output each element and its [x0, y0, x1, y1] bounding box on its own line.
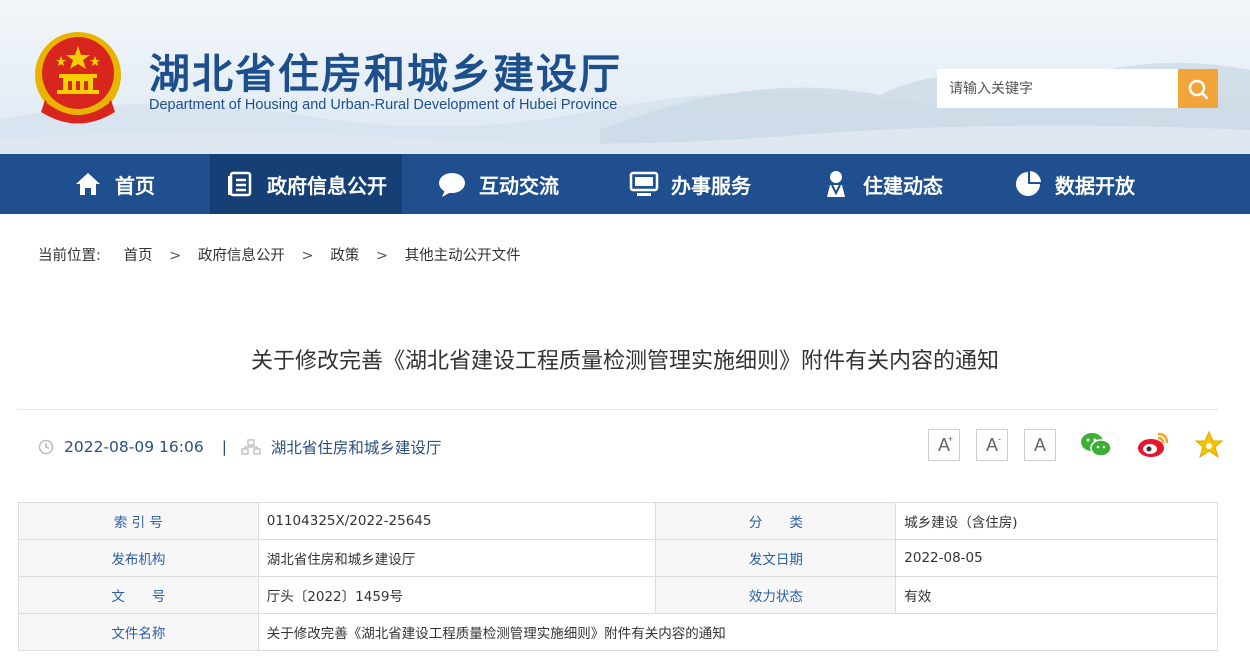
nav-item-open-data[interactable]: 数据开放	[978, 154, 1170, 214]
font-decrease-button[interactable]: A-	[976, 429, 1008, 461]
nav-item-label: 首页	[115, 173, 155, 198]
article-meta: 2022-08-09 16:06 | 湖北省住房和城乡建设厅	[38, 436, 441, 458]
document-list-icon	[225, 169, 255, 199]
table-row: 文 号 厅头〔2022〕1459号 效力状态 有效	[18, 576, 1218, 614]
article-tools: A + A- A	[928, 429, 1240, 461]
favorite-button[interactable]	[1194, 430, 1224, 460]
nav-item-label: 互动交流	[479, 173, 559, 198]
search-button[interactable]	[1178, 69, 1218, 108]
info-key: 发布机构	[18, 539, 259, 577]
wechat-share-button[interactable]	[1080, 431, 1112, 459]
publish-source: 湖北省住房和城乡建设厅	[270, 439, 442, 457]
info-key: 效力状态	[655, 576, 897, 614]
breadcrumb: 当前位置: 首页 > 政府信息公开 > 政策 > 其他主动公开文件	[38, 244, 521, 265]
font-letter: A	[985, 434, 998, 455]
info-value: 城乡建设（含住房)	[895, 502, 1218, 540]
nav-item-label: 住建动态	[863, 173, 943, 198]
breadcrumb-separator: >	[301, 248, 314, 264]
plus-mark: +	[947, 434, 953, 444]
table-row: 索 引 号 01104325X/2022-25645 分 类 城乡建设（含住房)	[18, 502, 1218, 540]
nav-item-label: 数据开放	[1055, 173, 1135, 198]
pie-chart-icon	[1013, 169, 1043, 199]
nav-item-label: 政府信息公开	[267, 173, 387, 198]
search-input[interactable]	[937, 69, 1178, 108]
info-value: 01104325X/2022-25645	[257, 502, 657, 540]
nav-item-gov-info[interactable]: 政府信息公开	[210, 154, 402, 214]
meta-separator: |	[221, 438, 227, 456]
breadcrumb-item-other-files[interactable]: 其他主动公开文件	[405, 248, 521, 264]
table-row: 发布机构 湖北省住房和城乡建设厅 发文日期 2022-08-05	[18, 539, 1218, 577]
info-key: 索 引 号	[18, 502, 259, 540]
site-title: 湖北省住房和城乡建设厅	[149, 50, 622, 98]
breadcrumb-item-home[interactable]: 首页	[124, 248, 153, 264]
info-value: 2022-08-05	[895, 539, 1218, 577]
breadcrumb-separator: >	[375, 248, 389, 264]
info-key: 文件名称	[18, 613, 259, 651]
star-icon	[1194, 430, 1224, 459]
search-bar	[937, 69, 1218, 108]
home-icon	[73, 169, 103, 199]
nav-item-home[interactable]: 首页	[18, 154, 210, 214]
breadcrumb-label: 当前位置:	[38, 248, 101, 264]
breadcrumb-item-policy[interactable]: 政策	[330, 248, 359, 264]
article-title: 关于修改完善《湖北省建设工程质量检测管理实施细则》附件有关内容的通知	[250, 349, 999, 374]
info-key: 文 号	[18, 576, 259, 614]
clock-icon	[38, 439, 54, 455]
document-info-table: 索 引 号 01104325X/2022-25645 分 类 城乡建设（含住房)…	[18, 502, 1219, 651]
national-emblem-icon	[33, 30, 123, 125]
main-nav: 首页 政府信息公开 互动交流 办事服务 住建动态 数据开放	[0, 154, 1250, 214]
person-icon	[821, 169, 851, 199]
info-value: 厅头〔2022〕1459号	[257, 576, 657, 614]
font-letter: A	[1033, 434, 1046, 455]
font-reset-button[interactable]: A	[1024, 429, 1056, 461]
weibo-share-button[interactable]	[1136, 431, 1170, 459]
info-key: 发文日期	[655, 539, 897, 577]
chat-bubble-icon	[437, 169, 467, 199]
info-value: 有效	[895, 576, 1218, 614]
divider	[18, 409, 1218, 410]
nav-item-services[interactable]: 办事服务	[594, 154, 786, 214]
organization-icon	[241, 439, 261, 455]
breadcrumb-separator: >	[169, 248, 182, 264]
nav-item-news[interactable]: 住建动态	[786, 154, 978, 214]
wechat-icon	[1081, 433, 1112, 457]
publish-datetime: 2022-08-09 16:06	[64, 438, 204, 456]
site-subtitle: Department of Housing and Urban-Rural De…	[149, 97, 618, 113]
info-key: 分 类	[655, 502, 897, 540]
monitor-icon	[629, 169, 659, 199]
site-header: 湖北省住房和城乡建设厅 Department of Housing and Ur…	[0, 0, 1250, 154]
search-icon	[1188, 79, 1209, 99]
weibo-icon	[1138, 432, 1169, 457]
font-increase-button[interactable]: A +	[928, 429, 960, 461]
minus-mark: -	[998, 434, 1001, 444]
info-value: 关于修改完善《湖北省建设工程质量检测管理实施细则》附件有关内容的通知	[257, 613, 1219, 651]
info-value: 湖北省住房和城乡建设厅	[257, 539, 657, 577]
breadcrumb-item-gov-info[interactable]: 政府信息公开	[198, 248, 285, 264]
nav-item-interaction[interactable]: 互动交流	[402, 154, 594, 214]
table-row: 文件名称 关于修改完善《湖北省建设工程质量检测管理实施细则》附件有关内容的通知	[18, 613, 1219, 651]
nav-item-label: 办事服务	[671, 173, 751, 198]
